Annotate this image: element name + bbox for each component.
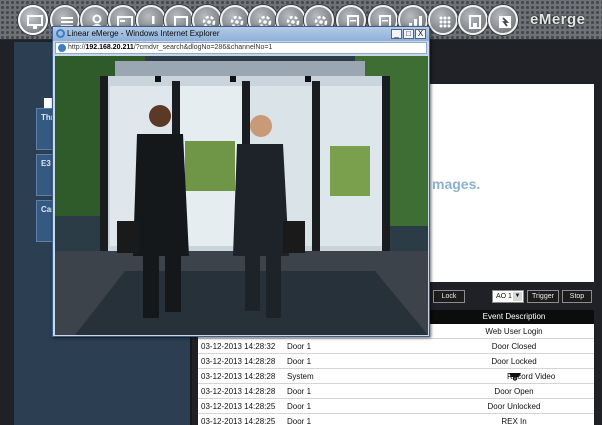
emergency-button[interactable] xyxy=(488,5,518,35)
page-icon xyxy=(58,44,66,52)
monitor-icon xyxy=(27,15,43,29)
url-prefix: http:// xyxy=(68,44,86,51)
event-time: 03-12-2013 14:28:25 xyxy=(201,417,276,425)
event-device: Door 1 xyxy=(287,357,312,366)
ao-select-value: AO 1 xyxy=(496,293,512,300)
event-description: Door Open xyxy=(494,387,534,396)
event-description: REX In xyxy=(501,417,527,425)
url-path: /?cmdvr_search&dlogNo=286&channelNo=1 xyxy=(133,44,273,51)
main-content-panel: mages. xyxy=(430,84,594,282)
lock-button[interactable]: Lock xyxy=(433,290,465,303)
output-control-bar: Lock AO 1 ▼ Trigger Stop xyxy=(430,288,594,306)
column-header-event-description: Event Description xyxy=(482,312,546,321)
maximize-button[interactable]: □ xyxy=(403,29,414,39)
grid-icon xyxy=(439,16,451,28)
table-row[interactable]: 03-12-2013 14:28:25 Door 1 REX In xyxy=(198,414,594,425)
event-description: Web User Login xyxy=(485,327,543,336)
camera-video-feed[interactable] xyxy=(55,56,428,335)
event-description: Record Video xyxy=(507,372,556,381)
table-row[interactable]: 03-12-2013 14:28:32 Door 1 Door Closed xyxy=(198,339,594,354)
address-bar[interactable]: http://192.168.20.211/?cmdvr_search&dlog… xyxy=(55,42,427,54)
monitor-button[interactable] xyxy=(18,5,48,35)
table-row[interactable]: 03-12-2013 14:28:25 Door 1 Door Unlocked xyxy=(198,399,594,414)
event-time: 03-12-2013 14:28:28 xyxy=(201,372,276,381)
event-description-cell: Record Video xyxy=(428,369,600,384)
event-time: 03-12-2013 14:28:28 xyxy=(201,357,276,366)
brand-logo: eMerge xyxy=(530,11,586,28)
event-time: 03-12-2013 14:28:25 xyxy=(201,402,276,411)
event-description: Door Locked xyxy=(491,357,537,366)
popup-title: Linear eMerge - Windows Internet Explore… xyxy=(67,29,220,38)
event-time: 03-12-2013 14:28:32 xyxy=(201,342,276,351)
event-description: Door Closed xyxy=(491,342,537,351)
event-device: Door 1 xyxy=(287,402,312,411)
video-frame xyxy=(55,56,428,335)
url-host: 192.168.20.211 xyxy=(85,44,134,51)
ie-logo-icon xyxy=(56,29,65,38)
event-device: Door 1 xyxy=(287,387,312,396)
grid-button[interactable] xyxy=(428,5,458,35)
ao-select[interactable]: AO 1 ▼ xyxy=(492,290,524,303)
stop-button[interactable]: Stop xyxy=(562,290,592,303)
event-description: Door Unlocked xyxy=(487,402,541,411)
close-button[interactable]: X xyxy=(415,29,426,39)
network-icon xyxy=(469,15,481,29)
emergency-icon xyxy=(499,16,511,28)
network-button[interactable] xyxy=(458,5,488,35)
video-popup-window[interactable]: Linear eMerge - Windows Internet Explore… xyxy=(52,26,430,337)
table-row[interactable]: 03-12-2013 14:28:28 Door 1 Door Open xyxy=(198,384,594,399)
event-device: Door 1 xyxy=(287,417,312,425)
event-device: System xyxy=(287,372,314,381)
table-row[interactable]: 03-12-2013 14:28:28 Door 1 Door Locked xyxy=(198,354,594,369)
table-row[interactable]: 03-12-2013 14:28:28 System Record Video xyxy=(198,369,594,384)
chevron-down-icon: ▼ xyxy=(513,292,522,301)
popup-titlebar[interactable]: Linear eMerge - Windows Internet Explore… xyxy=(53,27,429,41)
event-time: 03-12-2013 14:28:28 xyxy=(201,387,276,396)
minimize-button[interactable]: _ xyxy=(391,29,402,39)
watermark-text: mages. xyxy=(432,176,481,192)
event-device: Door 1 xyxy=(287,342,312,351)
trigger-button[interactable]: Trigger xyxy=(527,290,559,303)
